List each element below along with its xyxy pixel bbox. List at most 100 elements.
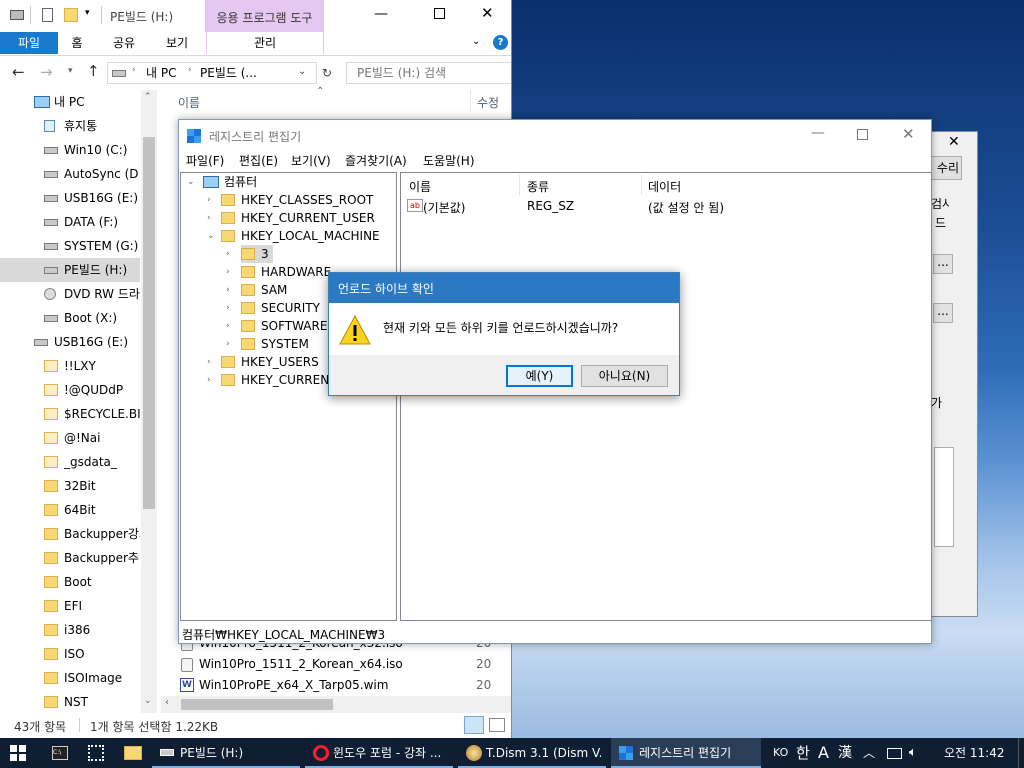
tab-home[interactable]: 홈 xyxy=(58,32,96,54)
collapse-icon[interactable]: ⌄ xyxy=(187,173,197,191)
breadcrumb-chevron-icon[interactable]: › xyxy=(132,65,136,75)
new-folder-icon[interactable] xyxy=(64,8,78,22)
column-header-data[interactable]: 데이터 xyxy=(648,178,681,195)
tree-node-selected[interactable]: 3 xyxy=(241,245,273,263)
search-box[interactable]: PE빌드 (H:) 검색 xyxy=(346,62,511,84)
nav-tree-item[interactable]: EFI xyxy=(0,594,140,618)
navigation-scrollbar[interactable]: ⌃ ⌄ xyxy=(141,90,157,713)
file-list-hscrollbar[interactable]: ‹ xyxy=(161,696,511,713)
minimize-button[interactable]: — xyxy=(374,6,390,22)
tab-file[interactable]: 파일 xyxy=(0,32,58,54)
scroll-up-icon[interactable]: ⌃ xyxy=(144,92,152,102)
expand-icon[interactable]: › xyxy=(226,299,236,317)
tree-node[interactable]: HKEY_CURRENT_USER xyxy=(221,209,375,227)
column-header-name[interactable]: 이름 xyxy=(178,94,200,111)
no-button[interactable]: 아니요(N) xyxy=(581,365,668,387)
forward-arrow-icon[interactable]: → xyxy=(40,63,53,81)
yes-button[interactable]: 예(Y) xyxy=(506,365,573,387)
nav-tree-item[interactable]: !!LXY xyxy=(0,354,140,378)
expand-ribbon-icon[interactable]: ⌄ xyxy=(472,36,480,47)
taskbar-item-explorer[interactable]: PE빌드 (H:) xyxy=(152,738,300,768)
minimize-button[interactable]: — xyxy=(811,125,825,141)
ime-language-indicator[interactable]: KO xyxy=(773,738,788,768)
tree-node[interactable]: HKEY_CLASSES_ROOT xyxy=(221,191,373,209)
help-icon[interactable]: ? xyxy=(493,35,508,50)
tree-node[interactable]: SECURITY xyxy=(241,299,320,317)
file-row[interactable]: Win10Pro_1511_2_Korean_x64.iso 20 xyxy=(178,654,508,675)
expand-icon[interactable]: › xyxy=(207,371,217,389)
column-header-modified[interactable]: 수정 xyxy=(477,94,507,111)
tree-node[interactable]: SAM xyxy=(241,281,287,299)
menu-edit[interactable]: 편집(E) xyxy=(239,152,278,170)
value-row[interactable]: ab (기본값) REG_SZ (값 설정 안 됨) xyxy=(405,197,925,215)
menu-view[interactable]: 보기(V) xyxy=(291,152,331,170)
tree-root[interactable]: 컴퓨터 xyxy=(203,173,257,191)
log-textarea[interactable] xyxy=(934,447,954,547)
tree-node[interactable]: SOFTWARE xyxy=(241,317,327,335)
column-header-type[interactable]: 종류 xyxy=(527,178,549,195)
nav-tree-item[interactable]: 32Bit xyxy=(0,474,140,498)
ime-hangul-mode[interactable]: 한 xyxy=(796,738,810,768)
details-view-icon[interactable] xyxy=(464,716,484,734)
tab-view[interactable]: 보기 xyxy=(154,32,200,54)
nav-tree-item[interactable]: NST xyxy=(0,690,140,713)
properties-icon[interactable] xyxy=(42,8,53,22)
tree-node[interactable]: HKEY_USERS xyxy=(221,353,319,371)
tab-manage[interactable]: 관리 xyxy=(206,32,324,54)
expand-icon[interactable]: › xyxy=(207,209,217,227)
nav-tree-item[interactable]: ISO xyxy=(0,642,140,666)
network-icon[interactable] xyxy=(887,748,902,759)
nav-tree-item[interactable]: DVD RW 드라 xyxy=(0,282,140,306)
nav-tree-item[interactable]: USB16G (E:) xyxy=(0,330,140,354)
tree-node[interactable]: SYSTEM xyxy=(241,335,309,353)
up-arrow-icon[interactable]: ↑ xyxy=(87,62,100,80)
maximize-button[interactable] xyxy=(434,8,445,19)
browse-button[interactable]: ... xyxy=(933,303,953,323)
collapse-icon[interactable]: ⌄ xyxy=(207,227,217,245)
scroll-down-icon[interactable]: ⌄ xyxy=(144,696,152,706)
menu-file[interactable]: 파일(F) xyxy=(186,152,224,170)
volume-icon[interactable]: 🔈︎ xyxy=(909,738,917,768)
clock[interactable]: 오전 11:42 xyxy=(944,738,1004,768)
menu-help[interactable]: 도움말(H) xyxy=(423,152,475,170)
search-placeholder[interactable]: PE빌드 (H:) 검색 xyxy=(357,64,446,82)
nav-tree-item[interactable]: i386 xyxy=(0,618,140,642)
menu-favorites[interactable]: 즐겨찾기(A) xyxy=(345,152,407,170)
task-view-icon[interactable] xyxy=(88,745,104,761)
nav-tree-item[interactable]: 휴지통 xyxy=(0,114,140,138)
tree-node[interactable]: HKEY_CURRENT xyxy=(221,371,337,389)
nav-tree-item[interactable]: !@QUDdP xyxy=(0,378,140,402)
address-dropdown-icon[interactable]: ⌄ xyxy=(298,66,306,77)
nav-tree-item[interactable]: 64Bit xyxy=(0,498,140,522)
nav-tree-item[interactable]: 내 PC xyxy=(0,90,140,114)
nav-tree-item[interactable]: Boot (X:) xyxy=(0,306,140,330)
breadcrumb-my-pc[interactable]: 내 PC xyxy=(146,64,176,82)
hscrollbar-thumb[interactable] xyxy=(181,699,333,710)
nav-tree-item[interactable]: Backupper강좌 xyxy=(0,522,140,546)
file-row[interactable]: W Win10ProPE_x64_X_Tarp05.wim 20 xyxy=(178,675,508,696)
nav-tree-item[interactable]: SYSTEM (G:) xyxy=(0,234,140,258)
recent-locations-icon[interactable]: ▾ xyxy=(68,66,73,76)
large-icons-view-icon[interactable] xyxy=(489,718,505,732)
tree-node[interactable]: HKEY_LOCAL_MACHINE xyxy=(221,227,380,245)
ime-hanja-mode[interactable]: 漢 xyxy=(838,738,852,768)
nav-tree-item[interactable]: PE빌드 (H:) xyxy=(0,258,140,282)
back-arrow-icon[interactable]: ← xyxy=(12,63,25,81)
nav-tree-item[interactable]: Boot xyxy=(0,570,140,594)
expand-icon[interactable]: › xyxy=(226,335,236,353)
show-desktop-button[interactable] xyxy=(1018,738,1019,768)
taskbar-item-regedit[interactable]: 레지스트리 편집기 xyxy=(611,738,761,768)
breadcrumb-current[interactable]: PE빌드 (... xyxy=(200,64,260,82)
quick-access-dropdown-icon[interactable]: ▾ xyxy=(85,8,90,18)
nav-tree-item[interactable]: USB16G (E:) xyxy=(0,186,140,210)
nav-tree-item[interactable]: _gsdata_ xyxy=(0,450,140,474)
tree-node[interactable]: HARDWARE xyxy=(241,263,331,281)
expand-icon[interactable]: › xyxy=(226,245,236,263)
ime-alpha-mode[interactable]: A xyxy=(818,738,829,768)
expand-icon[interactable]: › xyxy=(207,353,217,371)
scrollbar-thumb[interactable] xyxy=(143,137,155,509)
nav-tree-item[interactable]: $RECYCLE.BIN xyxy=(0,402,140,426)
taskbar-item-browser[interactable]: 윈도우 포럼 - 강좌 ... xyxy=(305,738,453,768)
nav-tree-item[interactable]: @!Nai xyxy=(0,426,140,450)
expand-icon[interactable]: › xyxy=(226,263,236,281)
